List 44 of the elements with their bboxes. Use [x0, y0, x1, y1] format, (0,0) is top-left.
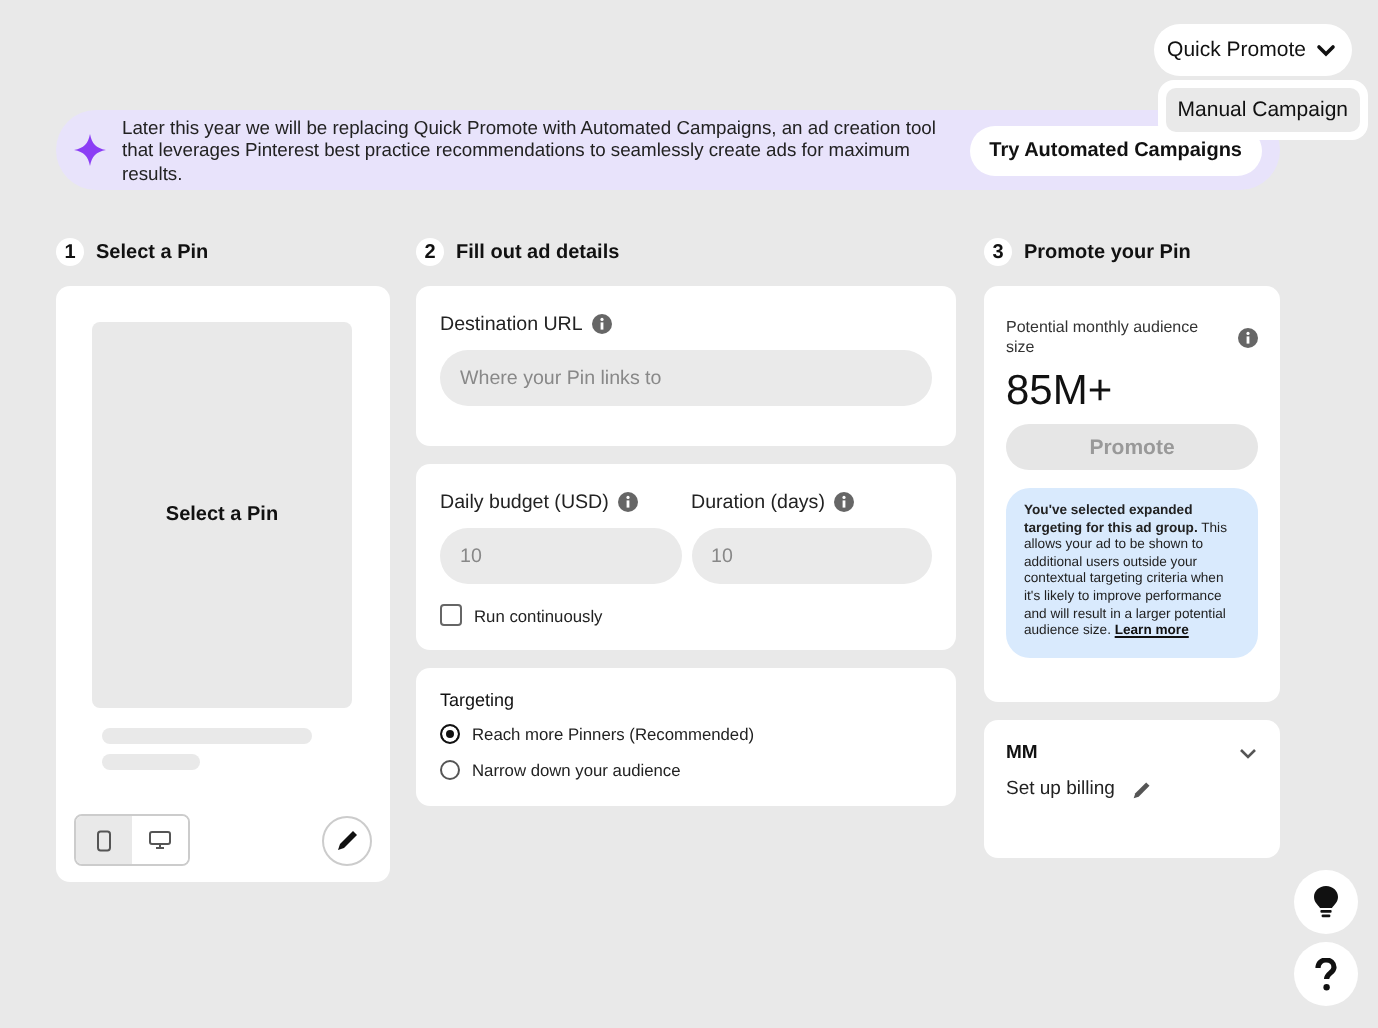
chevron-down-icon	[1316, 40, 1336, 60]
monitor-icon	[148, 830, 172, 850]
menu-item[interactable]: Manual Campaign	[1165, 88, 1360, 132]
step-title: Select a Pin	[96, 241, 209, 263]
field-label: Destination URL	[440, 313, 583, 335]
audience-label: Potential monthly audience size	[1006, 318, 1201, 358]
help-button[interactable]	[1294, 942, 1358, 1006]
chevron-down-icon[interactable]	[1238, 745, 1258, 761]
radio-button[interactable]	[440, 760, 460, 780]
info-icon	[618, 492, 639, 512]
info-icon	[834, 492, 855, 512]
pin-placeholder[interactable]: Select a Pin	[92, 322, 352, 709]
step-number: 1	[56, 238, 84, 266]
radio-label: Reach more Pinners (Recommended)	[472, 724, 755, 744]
destination-url-field[interactable]: Where your Pin links to	[440, 350, 932, 406]
checkbox-label: Run continuously	[474, 605, 603, 625]
phone-icon	[96, 829, 112, 851]
field-label: Daily budget (USD)	[440, 491, 609, 513]
step-title: Promote your Pin	[1024, 241, 1191, 263]
mode-dropdown-button[interactable]: Quick Promote	[1153, 24, 1352, 76]
duration-field[interactable]: 10	[691, 528, 932, 584]
setup-billing-link[interactable]: Set up billing	[1006, 778, 1115, 800]
edit-button[interactable]	[322, 815, 372, 865]
step-number: 2	[416, 238, 444, 266]
section-title: Targeting	[440, 690, 517, 710]
budget-field[interactable]: 10	[440, 528, 681, 584]
banner-text: Later this year we will be replacing Quick Promote with Automated Campaigns, an ad creation tool that leverages Pinterest best practice recommendations to seamlessly create ads for maximum results.	[122, 115, 938, 185]
pencil-icon	[335, 828, 359, 852]
phone-toggle-button[interactable]	[76, 816, 132, 864]
info-icon	[1238, 328, 1258, 348]
account-name: MM	[1006, 742, 1038, 764]
step-number: 3	[984, 238, 1012, 266]
field-label: Duration (days)	[691, 491, 825, 513]
step-title: Fill out ad details	[456, 241, 620, 263]
sparkle-icon	[74, 134, 106, 166]
info-icon	[592, 314, 613, 334]
lightbulb-button[interactable]	[1294, 870, 1358, 934]
lightbulb-icon	[1314, 886, 1338, 918]
question-mark-icon	[1314, 957, 1338, 991]
checkbox[interactable]	[440, 604, 462, 626]
pencil-icon[interactable]	[1132, 779, 1153, 799]
radio-label: Narrow down your audience	[472, 760, 681, 780]
audience-value: 85M+	[1006, 368, 1115, 416]
radio-button[interactable]	[440, 724, 460, 744]
